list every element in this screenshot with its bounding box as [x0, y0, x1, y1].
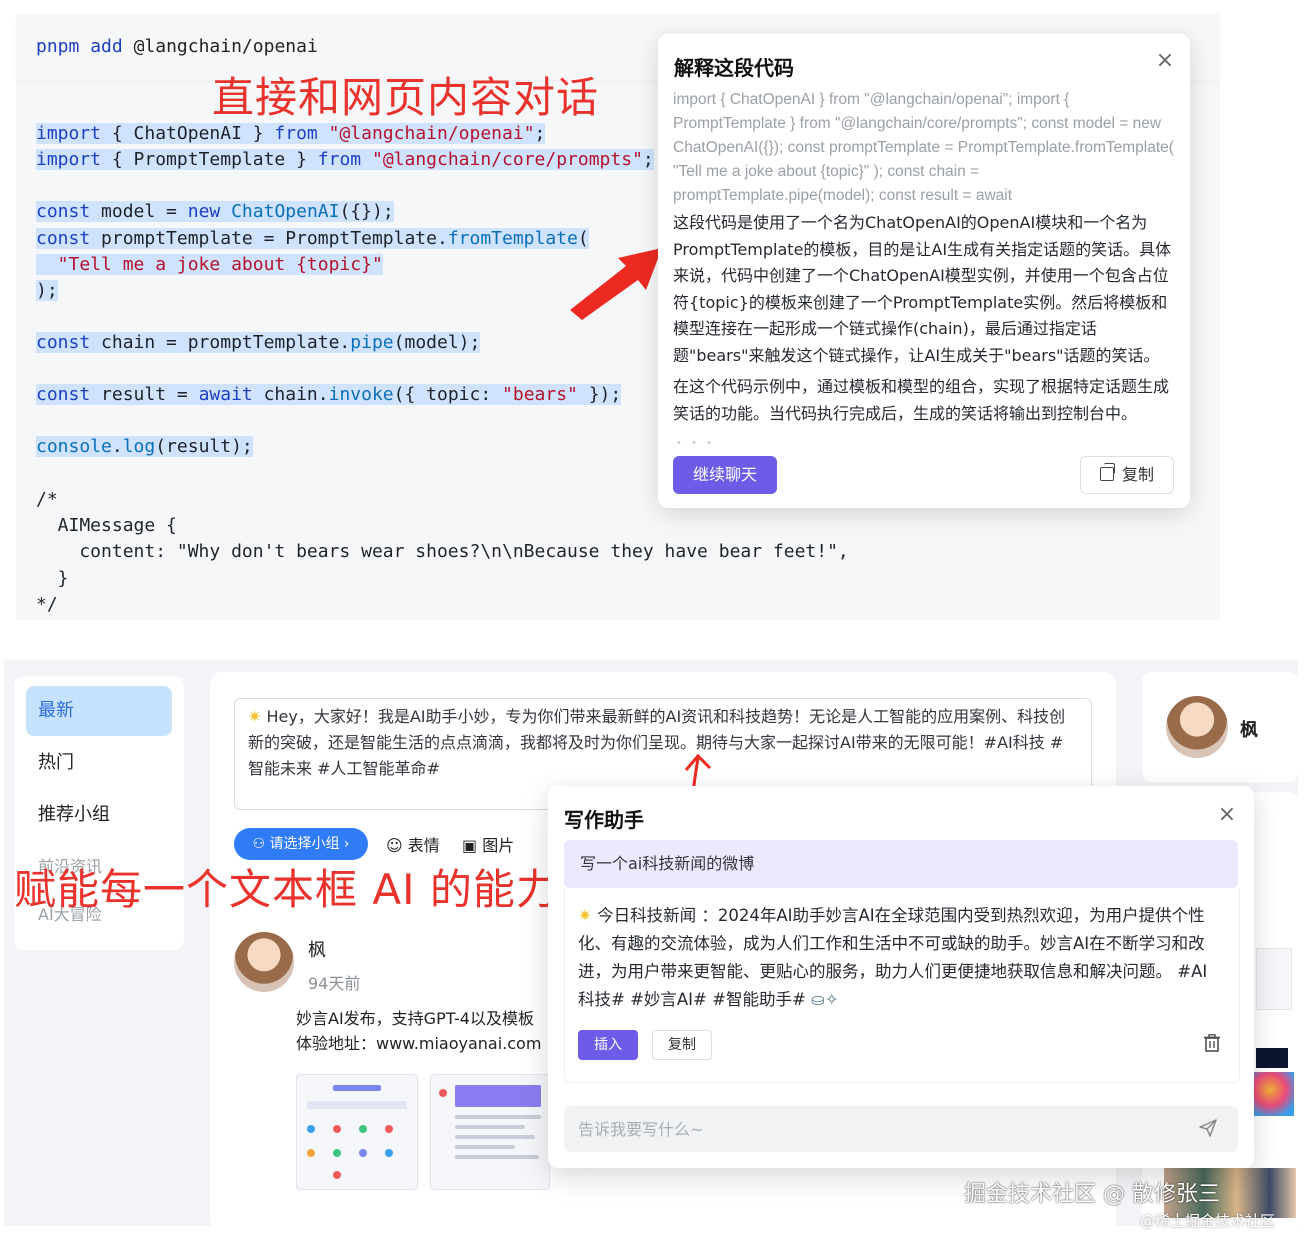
sidebar-item-hot[interactable]: 热门	[26, 738, 172, 788]
continue-chat-button[interactable]: 继续聊天	[673, 456, 777, 494]
post-body: 妙言AI发布，支持GPT-4以及模板 体验地址：www.miaoyanai.com	[296, 1009, 542, 1053]
close-icon[interactable]: ×	[1154, 50, 1176, 72]
code-comment-4: }	[36, 568, 69, 589]
sparkle-icon: ✷	[578, 906, 592, 925]
annotation-banner: 赋能每一个文本框 AI 的能力	[14, 865, 559, 914]
trash-icon[interactable]	[1204, 1034, 1220, 1052]
avatar[interactable]	[234, 932, 294, 992]
send-icon[interactable]	[1198, 1118, 1218, 1138]
sidebar-item-latest[interactable]: 最新	[26, 686, 172, 736]
annotation-arrow-icon	[570, 248, 662, 320]
image-icon: ▣	[462, 836, 478, 855]
decor-emoji-icon: ⛀✧	[811, 990, 839, 1009]
right-thumbnail-flowers	[1254, 1072, 1294, 1116]
right-thumbnail-dark	[1256, 1048, 1288, 1068]
install-command: pnpm add @langchain/openai	[36, 36, 318, 57]
profile-avatar[interactable]	[1166, 696, 1228, 758]
dialog-title: 解释这段代码	[674, 56, 794, 80]
writing-assistant-dialog: 写作助手 × 写一个ai科技新闻的微博 ✷ 今日科技新闻 ：2024年AI助手妙…	[548, 786, 1254, 1168]
code-line-7: const chain = promptTemplate.pipe(model)…	[36, 332, 481, 353]
code-comment-2: AIMessage {	[36, 515, 177, 536]
generated-text: ✷ 今日科技新闻 ：2024年AI助手妙言AI在全球范围内受到热烈欢迎，为用户提…	[578, 906, 1208, 1009]
code-comment-5: */	[36, 594, 58, 615]
code-line-3: const model = new ChatOpenAI({});	[36, 201, 394, 222]
group-icon: ⚇	[252, 836, 266, 852]
annotation-title: 直接和网页内容对话	[212, 73, 600, 122]
code-comment-1: /*	[36, 489, 58, 510]
post-time: 94天前	[308, 974, 361, 993]
code-line-4: const promptTemplate = PromptTemplate.fr…	[36, 228, 589, 249]
insert-button[interactable]: 插入	[578, 1030, 638, 1060]
sidebar-item-recommended-groups[interactable]: 推荐小组	[26, 790, 172, 840]
explanation-paragraph-1: 这段代码是使用了一个名为ChatOpenAI的OpenAI模块和一个名为Prom…	[673, 213, 1172, 365]
copy-icon	[1099, 463, 1115, 481]
explanation-paragraph-2: 在这个代码示例中，通过模板和模型的组合，实现了根据特定话题生成笑话的功能。当代码…	[673, 377, 1170, 423]
loading-dots-icon: • • •	[676, 438, 716, 449]
selected-source-text: import { ChatOpenAI } from "@langchain/o…	[673, 91, 1174, 204]
explain-code-dialog: 解释这段代码 × import { ChatOpenAI } from "@la…	[658, 34, 1190, 508]
code-line-6: );	[36, 280, 58, 301]
watermark: 掘金技术社区 @ 散修张三	[964, 1182, 1220, 1207]
composer-text: ✷ Hey，大家好！我是AI助手小妙，专为你们带来最新鲜的AI资讯和科技趋势！无…	[248, 707, 1066, 778]
code-line-5: "Tell me a joke about {topic}"	[36, 254, 383, 275]
code-comment-3: content: "Why don't bears wear shoes?\n\…	[36, 541, 849, 562]
copy-button[interactable]: 复制	[652, 1030, 712, 1060]
prompt-input[interactable]	[564, 1106, 1238, 1152]
watermark-secondary: @稀土掘金技术社区	[1140, 1212, 1276, 1230]
post-author[interactable]: 枫	[308, 936, 326, 962]
code-line-2: import { PromptTemplate } from "@langcha…	[36, 149, 654, 170]
sparkle-icon: ✷	[248, 707, 262, 726]
profile-name[interactable]: 枫	[1240, 716, 1258, 742]
right-thumbnail	[1256, 948, 1292, 1010]
code-line-8: const result = await chain.invoke({ topi…	[36, 384, 622, 405]
smile-icon: ☺	[386, 836, 403, 855]
image-button[interactable]: ▣ 图片	[462, 832, 514, 856]
copy-button[interactable]: 复制	[1080, 456, 1174, 494]
close-icon[interactable]: ×	[1216, 804, 1238, 826]
code-line-9: console.log(result);	[36, 436, 253, 457]
emoji-button[interactable]: ☺ 表情	[386, 832, 440, 856]
code-line-1: import { ChatOpenAI } from "@langchain/o…	[36, 123, 546, 144]
dialog-title: 写作助手	[564, 808, 644, 832]
post-image-2[interactable]	[430, 1074, 550, 1190]
post-image-1[interactable]	[296, 1074, 418, 1190]
user-prompt: 写一个ai科技新闻的微博	[564, 840, 1238, 888]
